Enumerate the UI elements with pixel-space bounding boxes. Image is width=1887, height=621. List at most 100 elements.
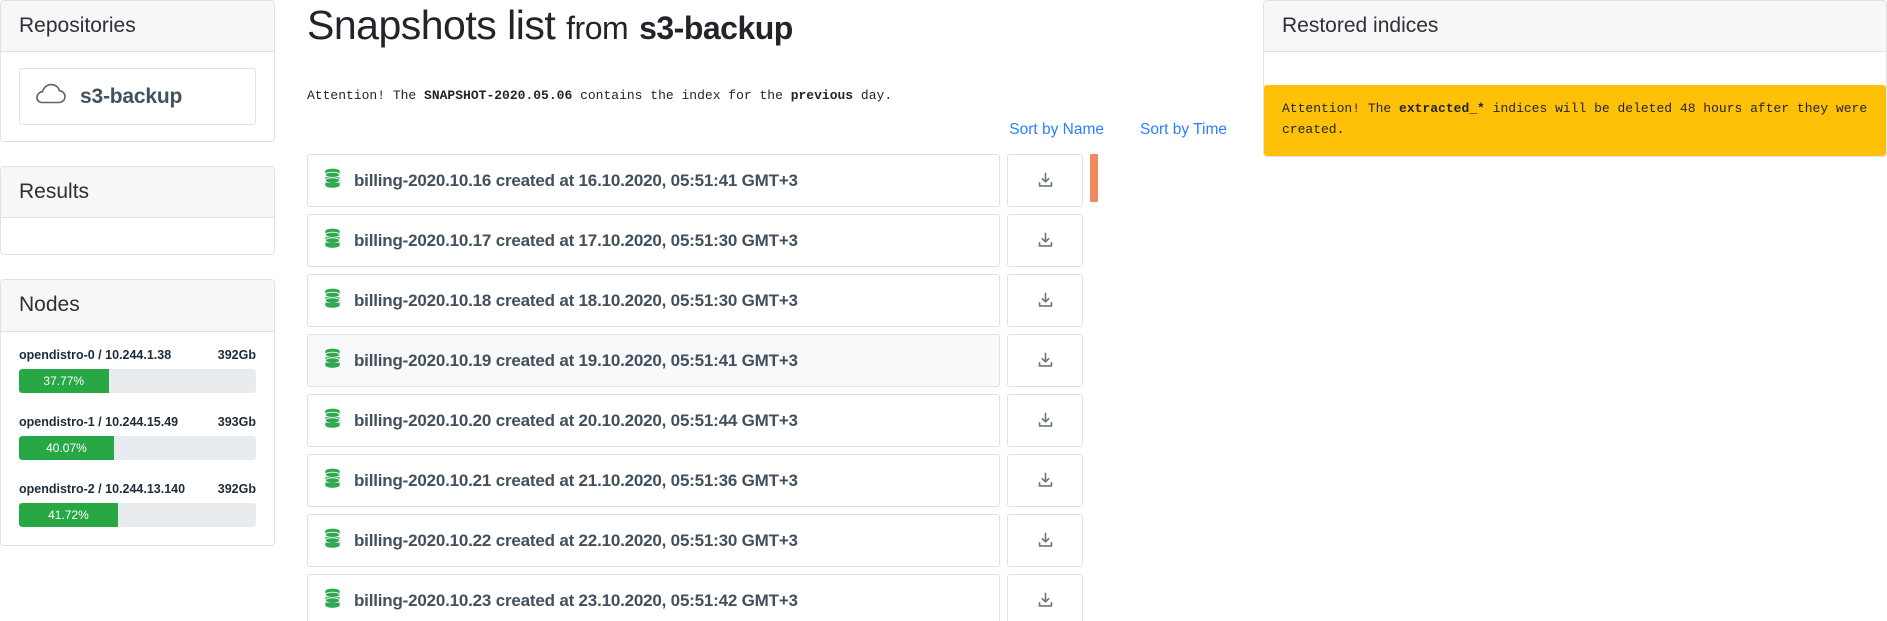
snapshot-row: billing-2020.10.16 created at 16.10.2020… [307, 154, 1083, 208]
node-item: opendistro-1 / 10.244.15.49 393Gb 40.07% [19, 415, 256, 460]
attention-part2: contains the index for the [572, 88, 791, 104]
snapshot-row: billing-2020.10.21 created at 21.10.2020… [307, 454, 1083, 508]
node-size: 393Gb [217, 414, 256, 429]
snapshot-item-button[interactable]: billing-2020.10.21 created at 21.10.2020… [307, 454, 1000, 508]
download-icon [1038, 592, 1052, 608]
restored-indices-header: Restored indices [1264, 1, 1886, 53]
snapshot-attention-note: Attention! The SNAPSHOT-2020.05.06 conta… [307, 87, 1233, 105]
node-disk-progress-fill: 41.72% [19, 502, 118, 527]
snapshots-scrollbar[interactable] [1090, 154, 1098, 621]
snapshot-item-button[interactable]: billing-2020.10.18 created at 18.10.2020… [307, 274, 1000, 328]
restored-indices-card: Restored indices Attention! The extracte… [1263, 0, 1887, 157]
page-title-middle: from [566, 10, 629, 46]
sidebar: Repositories s3-backup Results Nodes ope… [0, 0, 289, 546]
download-icon [1038, 472, 1052, 488]
snapshots-list: billing-2020.10.16 created at 16.10.2020… [307, 154, 1098, 621]
attention-emphasis: previous [790, 88, 854, 104]
snapshot-item-button[interactable]: billing-2020.10.17 created at 17.10.2020… [307, 214, 1000, 268]
node-disk-progress-fill: 40.07% [19, 435, 114, 460]
database-icon [324, 168, 341, 193]
download-icon [1038, 532, 1052, 548]
sort-controls: Sort by Name Sort by Time [307, 121, 1233, 139]
node-size: 392Gb [217, 481, 256, 496]
warning-part1: Attention! The [1282, 101, 1400, 117]
node-disk-progress-fill: 37.77% [19, 368, 109, 393]
download-icon [1038, 352, 1052, 368]
app-root: Repositories s3-backup Results Nodes ope… [0, 0, 1887, 621]
restored-indices-body: Attention! The extracted_* indices will … [1264, 52, 1886, 156]
node-item: opendistro-2 / 10.244.13.140 392Gb 41.72… [19, 482, 256, 527]
database-icon [324, 408, 341, 433]
node-disk-progress: 37.77% [19, 368, 256, 393]
snapshot-row: billing-2020.10.18 created at 18.10.2020… [307, 274, 1083, 328]
snapshot-label: billing-2020.10.19 created at 19.10.2020… [354, 350, 798, 370]
results-header: Results [1, 167, 274, 219]
node-item: opendistro-0 / 10.244.1.38 392Gb 37.77% [19, 348, 256, 393]
snapshot-row: billing-2020.10.17 created at 17.10.2020… [307, 214, 1083, 268]
snapshot-label: billing-2020.10.23 created at 23.10.2020… [354, 590, 798, 610]
nodes-header: Nodes [1, 280, 274, 332]
snapshot-item-button[interactable]: billing-2020.10.22 created at 22.10.2020… [307, 514, 1000, 568]
database-icon [324, 528, 341, 553]
node-disk-progress: 41.72% [19, 502, 256, 527]
snapshot-download-button[interactable] [1007, 574, 1083, 621]
node-size: 392Gb [217, 347, 256, 362]
node-name: opendistro-2 / 10.244.13.140 [19, 481, 186, 496]
snapshot-label: billing-2020.10.20 created at 20.10.2020… [354, 410, 798, 430]
node-name: opendistro-0 / 10.244.1.38 [19, 347, 172, 362]
sort-by-name-link[interactable]: Sort by Name [1009, 121, 1104, 139]
restored-indices-empty-area [1264, 52, 1886, 86]
page-title-repo: s3-backup [639, 10, 793, 46]
snapshot-download-button[interactable] [1007, 394, 1083, 448]
nodes-panel: Nodes opendistro-0 / 10.244.1.38 392Gb 3… [0, 279, 275, 546]
snapshot-item-button[interactable]: billing-2020.10.16 created at 16.10.2020… [307, 154, 1000, 208]
database-icon [324, 288, 341, 313]
download-icon [1038, 412, 1052, 428]
snapshot-download-button[interactable] [1007, 274, 1083, 328]
node-heading: opendistro-1 / 10.244.15.49 393Gb [19, 415, 256, 429]
database-icon [324, 348, 341, 373]
cloud-icon [36, 83, 66, 110]
scrollbar-thumb[interactable] [1090, 154, 1098, 203]
restored-indices-warning: Attention! The extracted_* indices will … [1264, 85, 1886, 156]
snapshot-item-button[interactable]: billing-2020.10.23 created at 23.10.2020… [307, 574, 1000, 621]
snapshot-item-button[interactable]: billing-2020.10.19 created at 19.10.2020… [307, 334, 1000, 388]
snapshot-label: billing-2020.10.17 created at 17.10.2020… [354, 230, 798, 250]
main-content: Snapshots list from s3-backup Attention!… [289, 0, 1249, 621]
results-body [1, 218, 274, 254]
warning-code: extracted_* [1399, 101, 1485, 117]
repositories-panel: Repositories s3-backup [0, 0, 275, 143]
snapshot-download-button[interactable] [1007, 154, 1083, 208]
snapshot-download-button[interactable] [1007, 454, 1083, 508]
sort-by-time-link[interactable]: Sort by Time [1140, 121, 1227, 139]
snapshot-row: billing-2020.10.19 created at 19.10.2020… [307, 334, 1083, 388]
snapshot-item-button[interactable]: billing-2020.10.20 created at 20.10.2020… [307, 394, 1000, 448]
attention-part1: Attention! The [307, 88, 425, 104]
page-title-prefix: Snapshots list [307, 2, 556, 48]
restored-indices-panel: Restored indices Attention! The extracte… [1249, 0, 1887, 157]
database-icon [324, 228, 341, 253]
repository-item-s3-backup[interactable]: s3-backup [19, 68, 256, 126]
page-title: Snapshots list from s3-backup [307, 0, 1233, 49]
attention-part3: day. [853, 88, 893, 104]
results-panel: Results [0, 166, 275, 256]
snapshot-row: billing-2020.10.23 created at 23.10.2020… [307, 574, 1083, 621]
nodes-body: opendistro-0 / 10.244.1.38 392Gb 37.77% … [1, 332, 274, 545]
snapshot-label: billing-2020.10.18 created at 18.10.2020… [354, 290, 798, 310]
node-heading: opendistro-0 / 10.244.1.38 392Gb [19, 348, 256, 362]
node-heading: opendistro-2 / 10.244.13.140 392Gb [19, 482, 256, 496]
download-icon [1038, 232, 1052, 248]
snapshot-label: billing-2020.10.21 created at 21.10.2020… [354, 470, 798, 490]
snapshot-row: billing-2020.10.22 created at 22.10.2020… [307, 514, 1083, 568]
snapshot-download-button[interactable] [1007, 334, 1083, 388]
snapshot-download-button[interactable] [1007, 514, 1083, 568]
repositories-body: s3-backup [1, 52, 274, 141]
node-name: opendistro-1 / 10.244.15.49 [19, 414, 179, 429]
snapshot-download-button[interactable] [1007, 214, 1083, 268]
repositories-header: Repositories [1, 1, 274, 53]
download-icon [1038, 292, 1052, 308]
snapshot-row: billing-2020.10.20 created at 20.10.2020… [307, 394, 1083, 448]
snapshot-label: billing-2020.10.22 created at 22.10.2020… [354, 530, 798, 550]
repository-name: s3-backup [80, 84, 183, 108]
snapshot-label: billing-2020.10.16 created at 16.10.2020… [354, 170, 798, 190]
